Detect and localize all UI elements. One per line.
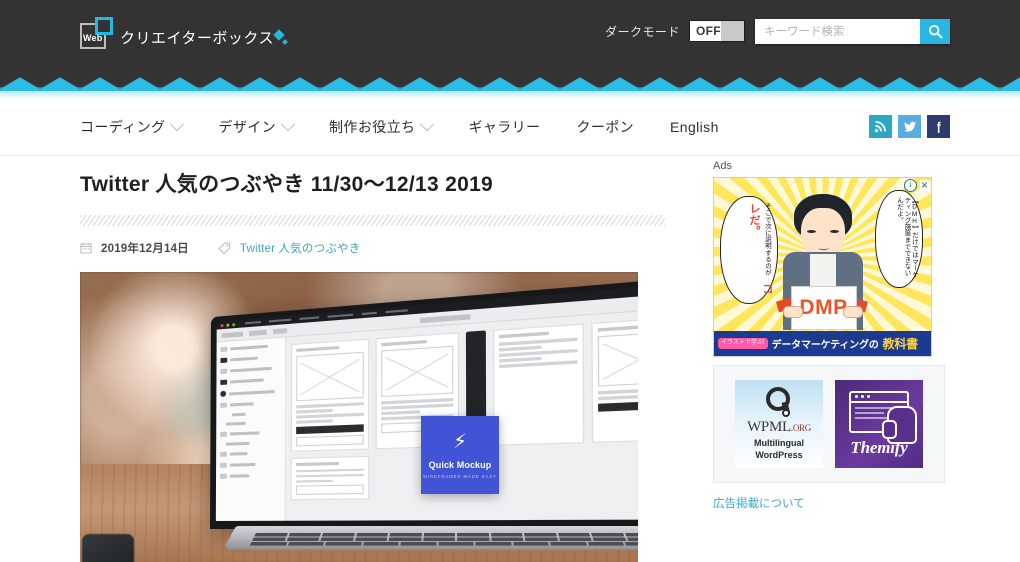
nav-item-coupon[interactable]: クーポン [576, 117, 634, 137]
logo-badge-text: Web [83, 33, 102, 43]
search-icon [928, 24, 943, 39]
nav-item-label: English [670, 119, 719, 135]
article-meta: 2019年12月14日 Twitter 人気のつぶやき [80, 240, 665, 256]
chevron-down-icon [281, 117, 295, 131]
nav-item-production-tips[interactable]: 制作お役立ち [329, 117, 432, 137]
ad-pair-container: WPML.ORG Multilingual WordPress Themify [713, 365, 945, 483]
sidebar: Ads i × DMP そこで次に説明するのが コレだ。 【DMH】だけではマー… [713, 156, 945, 512]
nav-list: コーディング デザイン 制作お役立ち ギャラリー クーポン English [80, 99, 755, 155]
ad-banner-dmp[interactable]: i × DMP そこで次に説明するのが コレだ。 【DMH】だけではマーケティン… [713, 177, 932, 357]
article-featured-image[interactable]: ⚡ Quick Mockup WIREFRAMES MADE EASY [80, 272, 638, 562]
search-form[interactable] [755, 19, 950, 44]
site-logo[interactable]: Web クリエイターボックス [80, 11, 290, 51]
facebook-link[interactable] [927, 115, 950, 138]
nav-item-gallery[interactable]: ギャラリー [468, 117, 540, 137]
content-area: Twitter 人気のつぶやき 11/30〜12/13 2019 2019年12… [0, 156, 1020, 562]
ad-close-icon[interactable]: × [920, 180, 929, 191]
zigzag-divider [0, 61, 1020, 99]
article-category-link[interactable]: Twitter 人気のつぶやき [240, 240, 361, 256]
ad-board-text: DMP [799, 296, 847, 320]
main-navigation: コーディング デザイン 制作お役立ち ギャラリー クーポン English [0, 99, 1020, 156]
article-title: Twitter 人気のつぶやき 11/30〜12/13 2019 [80, 156, 665, 199]
nav-item-label: ギャラリー [468, 117, 540, 137]
ad-speech-bubble-right: 【DMH】だけではマーケティング施策までできないんだよ。 [875, 190, 923, 288]
wireframe-card [591, 317, 638, 443]
darkmode-toggle-knob[interactable] [721, 21, 744, 41]
laptop-keyboard [249, 533, 638, 548]
wireframe-card [291, 339, 369, 452]
hand-cursor-icon [887, 406, 917, 444]
chevron-down-icon [420, 117, 434, 131]
site-header: Web クリエイターボックス ダークモード OFF [0, 0, 1020, 62]
quick-mockup-subtitle: WIREFRAMES MADE EASY [423, 474, 497, 479]
advertising-info-link[interactable]: 広告掲載について [713, 495, 805, 511]
ad-bubble-left-text: そこで次に説明するのが [764, 203, 771, 276]
article: Twitter 人気のつぶやき 11/30〜12/13 2019 2019年12… [80, 156, 665, 562]
search-button[interactable] [920, 19, 950, 44]
darkmode-toggle[interactable]: OFF [689, 20, 745, 42]
app-layers-panel [216, 338, 286, 522]
ad-band-pill: イラストで学ぶ! [718, 338, 768, 349]
nav-item-design[interactable]: デザイン [218, 117, 293, 137]
wpml-name: WPML [747, 419, 791, 435]
wpml-wordmark: WPML.ORG [747, 419, 811, 436]
nav-item-label: デザイン [218, 117, 276, 137]
page-root: Web クリエイターボックス ダークモード OFF キーワード検索 コーディング… [0, 0, 1020, 562]
adchoices-info-icon[interactable]: i [904, 179, 917, 192]
wpml-domain: .ORG [791, 423, 811, 433]
nav-item-label: コーディング [80, 117, 165, 137]
logo-wordmark: クリエイターボックス [120, 27, 274, 48]
wireframe-card [493, 324, 584, 446]
title-divider [80, 215, 665, 226]
twitter-link[interactable] [898, 115, 921, 138]
logo-mark-icon: Web [80, 17, 118, 51]
quick-mockup-title: Quick Mockup [429, 460, 492, 470]
ad-speech-bubble-left: そこで次に説明するのが コレだ。 [720, 196, 778, 304]
rss-icon [874, 120, 887, 133]
ad-banner-wpml[interactable]: WPML.ORG Multilingual WordPress [735, 380, 823, 468]
darkmode-control[interactable]: ダークモード OFF [605, 20, 745, 42]
wpml-tagline: Multilingual WordPress [754, 438, 804, 461]
nav-item-label: 制作お役立ち [329, 117, 415, 137]
wireframe-card [291, 456, 369, 501]
wpml-logo-icon [762, 387, 796, 417]
wpml-tagline-line1: Multilingual [754, 438, 804, 448]
rss-link[interactable] [869, 115, 892, 138]
search-input[interactable] [755, 19, 920, 44]
zigzag-fade [0, 87, 1020, 99]
nav-item-coding[interactable]: コーディング [80, 117, 182, 137]
ad-bottom-band: イラストで学ぶ! データマーケティングの 教科書 [714, 331, 931, 356]
logo-sparkle-icon [274, 31, 290, 51]
ad-band-text: データマーケティングの [772, 336, 879, 351]
darkmode-toggle-state: OFF [690, 24, 721, 38]
chevron-down-icon [170, 117, 184, 131]
darkmode-label: ダークモード [605, 23, 680, 40]
coffee-cup [82, 534, 134, 562]
ad-banner-themify[interactable]: Themify [835, 380, 923, 468]
article-date: 2019年12月14日 [101, 240, 189, 256]
ad-character-illustration: DMP [777, 194, 869, 344]
nav-item-label: クーポン [576, 117, 634, 137]
twitter-icon [903, 120, 917, 134]
wpml-tagline-line2: WordPress [755, 450, 802, 460]
social-links [869, 115, 950, 138]
tag-icon [218, 242, 231, 255]
nav-item-english[interactable]: English [670, 119, 719, 135]
adchoices-controls[interactable]: i × [904, 179, 929, 192]
lightning-bolt-icon: ⚡ [453, 432, 467, 452]
calendar-icon [80, 242, 92, 254]
ads-label: Ads [713, 156, 945, 172]
quick-mockup-badge: ⚡ Quick Mockup WIREFRAMES MADE EASY [421, 416, 499, 494]
ad-band-emphasis: 教科書 [883, 335, 918, 352]
facebook-icon [932, 120, 945, 133]
ad-bubble-right-text: 【DMH】だけではマーケティング施策までできないんだよ。 [896, 197, 918, 278]
